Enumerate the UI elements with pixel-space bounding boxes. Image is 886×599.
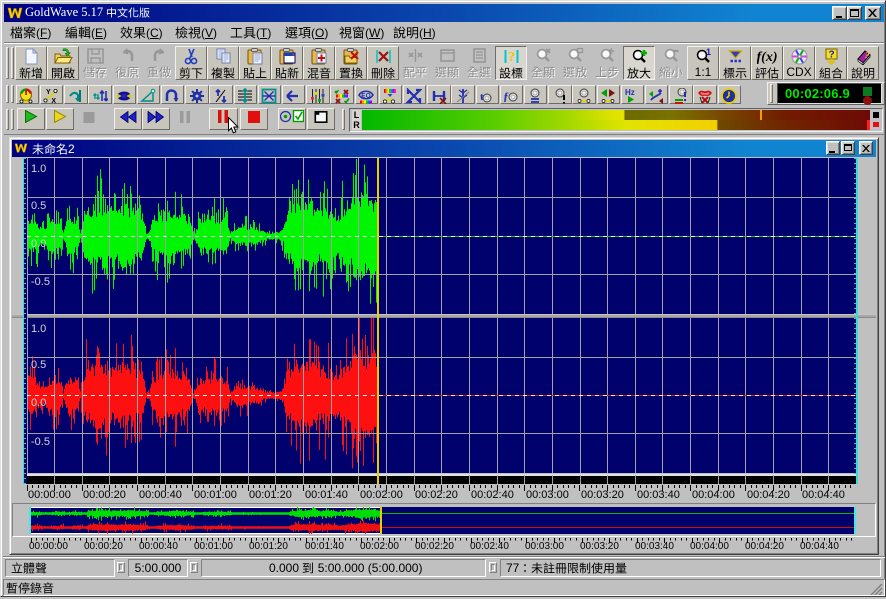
svg-text:Y: Y: [46, 89, 51, 96]
svg-text:Hz: Hz: [625, 88, 635, 97]
svg-text:f(x): f(x): [757, 50, 777, 65]
svg-text:EQ: EQ: [361, 92, 370, 99]
svg-text:1: 1: [705, 48, 710, 57]
svg-text:X: X: [52, 98, 57, 104]
svg-text:ƒ: ƒ: [503, 89, 509, 103]
svg-text:?: ?: [508, 50, 515, 65]
svg-text:?: ?: [828, 50, 834, 61]
